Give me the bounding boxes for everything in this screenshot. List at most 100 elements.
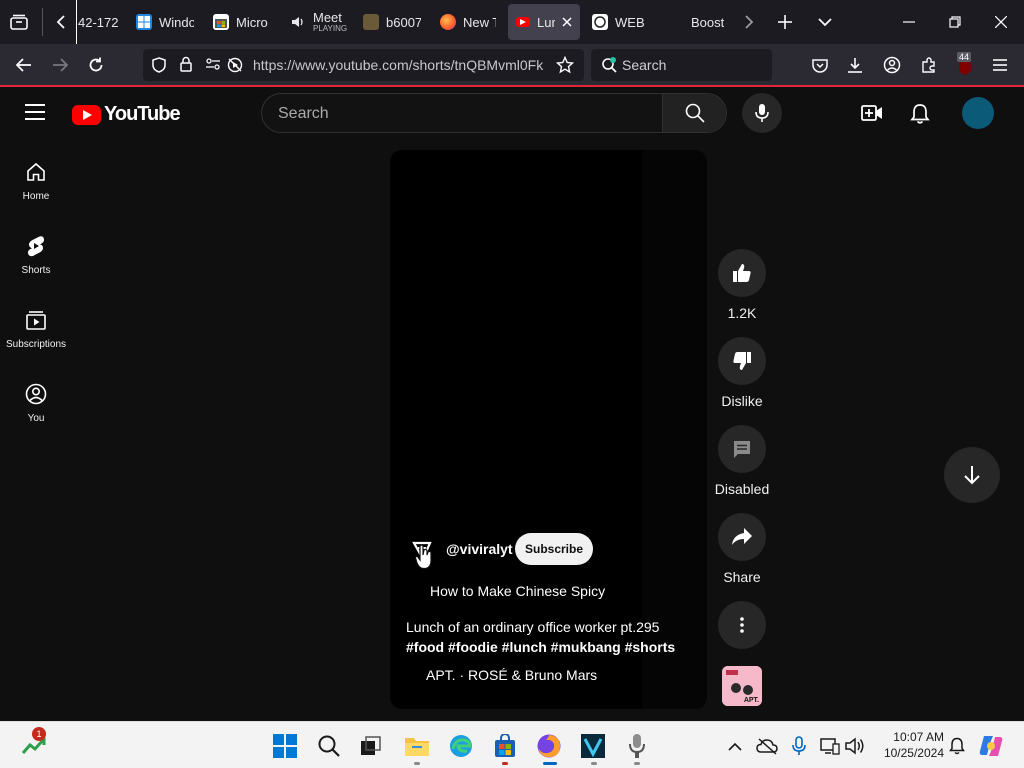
subscribe-label: Subscribe: [524, 542, 584, 556]
sidebar-item-shorts[interactable]: Shorts: [0, 235, 72, 276]
dislike-button[interactable]: Dislike: [710, 337, 774, 409]
sidebar-item-label: Subscriptions: [5, 339, 67, 350]
browser-search-placeholder: Search: [622, 57, 667, 73]
short-title-line1[interactable]: How to Make Chinese Spicy: [430, 583, 605, 599]
tab-42-172[interactable]: 42-172: [78, 0, 126, 44]
lock-icon[interactable]: [180, 56, 192, 72]
short-title-line2[interactable]: Lunch of an ordinary office worker pt.29…: [406, 619, 659, 635]
pocket-icon[interactable]: [808, 54, 832, 76]
youtube-search-input[interactable]: Search: [278, 105, 329, 123]
more-actions-button[interactable]: [710, 601, 774, 649]
list-all-tabs-icon[interactable]: [814, 12, 836, 32]
permissions-icon[interactable]: [205, 58, 221, 70]
autoplay-blocked-icon[interactable]: [227, 57, 243, 73]
tracking-protection-icon[interactable]: [152, 57, 166, 73]
reload-icon[interactable]: [84, 54, 108, 76]
sidebar-item-subscriptions[interactable]: Subscriptions: [0, 309, 72, 350]
notifications-bell-icon[interactable]: [910, 103, 930, 124]
widgets-icon[interactable]: 1: [20, 727, 50, 761]
new-tab-icon[interactable]: [774, 12, 796, 32]
scroll-tabs-left-icon[interactable]: [52, 12, 70, 32]
subscribe-button[interactable]: Subscribe: [515, 533, 593, 565]
tab-web[interactable]: WEB: [592, 0, 652, 44]
task-view-icon[interactable]: [356, 731, 386, 761]
clock[interactable]: 10:07 AM 10/25/2024: [874, 729, 944, 761]
close-window-icon[interactable]: [990, 12, 1012, 32]
comments-icon: [734, 441, 750, 458]
youtube-search-button[interactable]: [662, 94, 726, 132]
copilot-icon[interactable]: [976, 731, 1006, 761]
tab-label: Lun: [537, 14, 555, 30]
search-icon[interactable]: [314, 731, 344, 761]
microphone-app-icon[interactable]: [622, 731, 652, 761]
youtube-logo[interactable]: YouTube: [72, 103, 181, 126]
browser-search-bar[interactable]: Search: [591, 49, 772, 81]
tab-boost[interactable]: Boost: [668, 0, 724, 44]
arrow-down-icon: [964, 466, 980, 485]
onedrive-icon[interactable]: [752, 731, 782, 761]
minimize-icon[interactable]: [898, 12, 920, 32]
running-indicator: [502, 762, 508, 765]
shorts-icon: [27, 236, 45, 257]
url-text[interactable]: https://www.youtube.com/shorts/tnQBMvml0…: [253, 57, 549, 73]
tab-new-tab[interactable]: New T: [440, 0, 496, 44]
downloads-icon[interactable]: [843, 54, 867, 76]
share-button[interactable]: Share: [710, 513, 774, 585]
running-indicator: [591, 762, 597, 765]
scroll-tabs-right-icon[interactable]: [740, 12, 758, 32]
youtube-icon: [516, 17, 530, 27]
next-short-button[interactable]: [944, 447, 1000, 503]
firefox-icon: [440, 14, 456, 30]
short-hashtags[interactable]: #food #foodie #lunch #mukbang #shorts: [406, 639, 675, 655]
search-engine-icon[interactable]: [601, 57, 619, 75]
music-thumbnail[interactable]: APT.: [722, 666, 762, 706]
music-info[interactable]: APT. · ROSÉ & Bruno Mars: [426, 667, 597, 683]
restore-icon[interactable]: [944, 12, 966, 32]
menu-icon[interactable]: [988, 54, 1012, 76]
sidebar-item-you[interactable]: You: [0, 383, 72, 424]
show-hidden-icons-chevron-icon[interactable]: [720, 731, 750, 761]
youtube-search-box[interactable]: Search: [261, 93, 727, 133]
firefox-icon[interactable]: [534, 731, 564, 761]
tab-overview-icon[interactable]: [8, 12, 30, 32]
youtube-page: YouTube Search Home Shorts Subscriptions…: [0, 87, 1024, 721]
vpn-app-icon[interactable]: [578, 731, 608, 761]
tab-meet[interactable]: Meet PLAYING: [290, 0, 348, 44]
tab-label: b6007: [386, 14, 421, 30]
close-tab-icon[interactable]: [562, 17, 572, 27]
bookmark-star-icon[interactable]: [556, 56, 574, 74]
voice-search-button[interactable]: [742, 93, 782, 133]
tab-b6007[interactable]: b6007: [363, 0, 421, 44]
sidebar-item-label: Home: [22, 191, 50, 202]
tab-windows[interactable]: Windo: [136, 0, 194, 44]
back-icon[interactable]: [12, 54, 36, 76]
url-bar[interactable]: https://www.youtube.com/shorts/tnQBMvml0…: [143, 49, 584, 81]
avatar[interactable]: [962, 97, 994, 129]
tab-label: New T: [463, 14, 496, 30]
notification-bell-icon[interactable]: [942, 731, 972, 761]
page-icon: [592, 14, 608, 30]
sidebar-item-home[interactable]: Home: [0, 161, 72, 202]
create-video-icon[interactable]: [861, 104, 883, 122]
extensions-icon[interactable]: [917, 54, 941, 76]
ublock-extension-icon[interactable]: 44: [953, 52, 977, 78]
start-windows-icon[interactable]: [270, 731, 300, 761]
guide-menu-icon[interactable]: [24, 103, 46, 121]
microsoft-store-icon[interactable]: [490, 731, 520, 761]
tray-microphone-icon[interactable]: [784, 731, 814, 761]
speaker-icon: [290, 14, 306, 30]
browser-tab-bar: 42-172 Windo Micro Meet PLAYING b6007 Ne…: [0, 0, 1024, 44]
forward-icon[interactable]: [48, 54, 72, 76]
file-explorer-icon[interactable]: [402, 731, 432, 761]
tab-microsoft[interactable]: Micro: [213, 0, 269, 44]
shorts-video-player[interactable]: @viviralyt Subscribe How to Make Chinese…: [390, 150, 707, 709]
volume-icon[interactable]: [840, 731, 870, 761]
edge-icon[interactable]: [446, 731, 476, 761]
comments-button[interactable]: Disabled: [710, 425, 774, 497]
like-button[interactable]: 1.2K: [710, 249, 774, 321]
thumbs-down-icon: [733, 352, 751, 370]
tab-youtube-active[interactable]: Lun: [508, 4, 580, 40]
store-icon: [213, 14, 229, 30]
channel-name[interactable]: @viviralyt: [446, 541, 513, 557]
account-icon[interactable]: [880, 54, 904, 76]
